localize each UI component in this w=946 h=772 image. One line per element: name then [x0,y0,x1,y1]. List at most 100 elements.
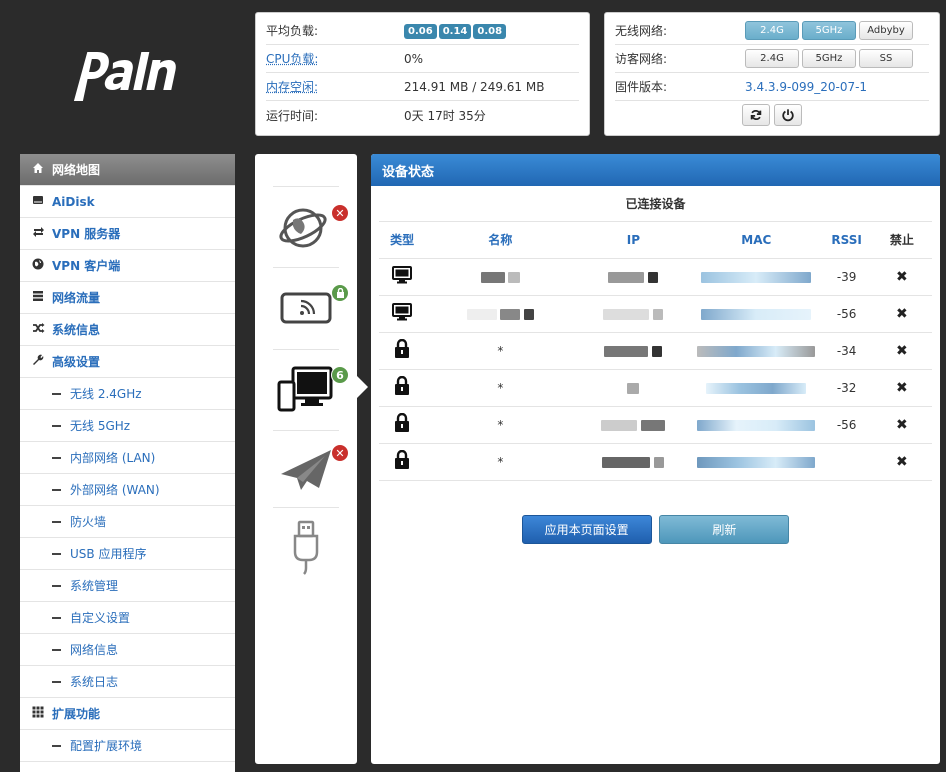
tasks-icon [30,290,46,305]
sidebar-sub-administration[interactable]: 系统管理 [20,570,235,602]
col-name[interactable]: 名称 [425,222,576,259]
padavan-logo [73,52,176,101]
col-rssi[interactable]: RSSI [821,222,872,259]
col-type[interactable]: 类型 [379,222,426,259]
device-name-cell: * [425,332,576,370]
block-device-button[interactable]: ✖ [896,417,908,433]
device-rssi-cell: -32 [821,369,872,407]
internet-globe-icon[interactable] [275,196,337,258]
guest-2g-button[interactable]: 2.4G [745,49,799,68]
block-device-button[interactable]: ✖ [896,380,908,396]
firmware-version-link[interactable]: 3.4.3.9-099_20-07-1 [745,80,867,94]
sidebar-sub-system-log[interactable]: 系统日志 [20,666,235,698]
dash-icon [52,424,61,427]
sidebar-item-vpn-client[interactable]: VPN 客户端 [20,250,235,282]
sidebar-sub-label: 自定义设置 [70,611,131,625]
device-name-cell [425,258,576,296]
sidebar-item-label: VPN 服务器 [52,227,121,241]
power-controls [615,101,929,129]
sidebar-item-label: 网络地图 [52,163,101,177]
col-mac[interactable]: MAC [691,222,822,259]
cpu-value: 0% [404,51,424,66]
dash-icon [52,488,61,491]
sidebar-sub-customization[interactable]: 自定义设置 [20,602,235,634]
block-device-button[interactable]: ✖ [896,454,908,470]
desktop-icon [392,266,413,284]
sidebar-sub-lan[interactable]: 内部网络 (LAN) [20,442,235,474]
sidebar-item-label: 高级设置 [52,355,101,369]
device-mac-cell [691,332,822,370]
wireless-2g-button[interactable]: 2.4G [745,21,799,40]
sidebar-item-label: VPN 客户端 [52,259,121,273]
paper-plane-icon[interactable] [275,440,337,502]
device-rssi-cell [821,443,872,481]
wireless-label: 无线网络: [615,24,668,38]
cpu-load-link[interactable]: CPU负载: [266,50,404,67]
wireless-5g-button[interactable]: 5GHz [802,21,856,40]
wrench-icon [30,354,46,369]
adbyby-button[interactable]: Adbyby [859,21,913,40]
sidebar-sub-label: 无线 5GHz [70,419,131,433]
device-status-panel: 设备状态 已连接设备 类型 名称 IP MAC RSSI 禁止 -39 ✖ -5… [371,154,940,764]
firmware-row: 固件版本: 3.4.3.9-099_20-07-1 [615,73,929,101]
dash-icon [52,648,61,651]
ss-button[interactable]: SS [859,49,913,68]
sidebar-sub-firewall[interactable]: 防火墙 [20,506,235,538]
divider [273,267,339,268]
sidebar-sub-wan[interactable]: 外部网络 (WAN) [20,474,235,506]
table-row: -39 ✖ [379,258,932,296]
router-wifi-icon[interactable] [275,276,337,338]
device-mac-cell [691,443,822,481]
load-row: 平均负载: 0.06 0.14 0.08 [266,17,579,45]
apply-settings-button[interactable]: 应用本页面设置 [521,514,652,544]
device-rssi-cell: -39 [821,258,872,296]
guest-label: 访客网络: [615,52,668,66]
sidebar-item-advanced[interactable]: 高级设置 [20,346,235,378]
device-ban-cell: ✖ [871,258,932,296]
device-ban-cell: ✖ [871,295,932,333]
memory-free-link[interactable]: 内存空闲: [266,78,404,95]
col-ip[interactable]: IP [575,222,692,259]
lock-icon [395,338,410,358]
system-status-panel: 平均负载: 0.06 0.14 0.08 CPU负载: 0% 内存空闲: 214.9… [255,12,590,136]
device-ip-cell [575,406,692,444]
reboot-button[interactable] [742,104,770,126]
sidebar-item-network-map[interactable]: 网络地图 [20,154,235,186]
divider [273,430,339,431]
sidebar-sub-label: 内部网络 (LAN) [70,451,156,465]
block-device-button[interactable]: ✖ [896,343,908,359]
usb-icon[interactable] [275,518,337,580]
sidebar-sub-wireless-5[interactable]: 无线 5GHz [20,410,235,442]
block-device-button[interactable]: ✖ [896,306,908,322]
memory-row: 内存空闲: 214.91 MB / 249.61 MB [266,73,579,101]
shutdown-button[interactable] [774,104,802,126]
sidebar-sub-wireless-24[interactable]: 无线 2.4GHz [20,378,235,410]
sidebar-sub-usb-apps[interactable]: USB 应用程序 [20,538,235,570]
dash-icon [52,744,61,747]
wireless-row: 无线网络: 2.4G 5GHz Adbyby [615,17,929,45]
sidebar-item-system-info[interactable]: 系统信息 [20,314,235,346]
device-ip-cell [575,332,692,370]
sidebar-item-vpn-server[interactable]: VPN 服务器 [20,218,235,250]
device-type-cell [379,258,426,296]
sidebar-sub-network-info[interactable]: 网络信息 [20,634,235,666]
block-device-button[interactable]: ✖ [896,269,908,285]
cpu-row: CPU负载: 0% [266,45,579,73]
sidebar-sub-label: 配置扩展环境 [70,739,143,753]
sidebar-item-extensions[interactable]: 扩展功能 [20,698,235,730]
guest-5g-button[interactable]: 5GHz [802,49,856,68]
sidebar-sub-ext-env[interactable]: 配置扩展环境 [20,730,235,762]
sidebar-item-aidisk[interactable]: AiDisk [20,186,235,218]
clients-devices-icon[interactable] [275,360,337,422]
grid-icon [30,706,46,721]
random-icon [30,322,46,337]
sidebar-item-label: AiDisk [52,194,95,209]
refresh-button[interactable]: 刷新 [659,514,790,544]
table-row: -56 ✖ [379,295,932,333]
power-icon [782,109,794,122]
network-status-panel: 无线网络: 2.4G 5GHz Adbyby 访客网络: 2.4G 5GHz SS 固件… [604,12,940,136]
active-pointer [357,376,368,398]
device-name-cell [425,295,576,333]
device-ban-cell: ✖ [871,369,932,407]
sidebar-item-traffic[interactable]: 网络流量 [20,282,235,314]
